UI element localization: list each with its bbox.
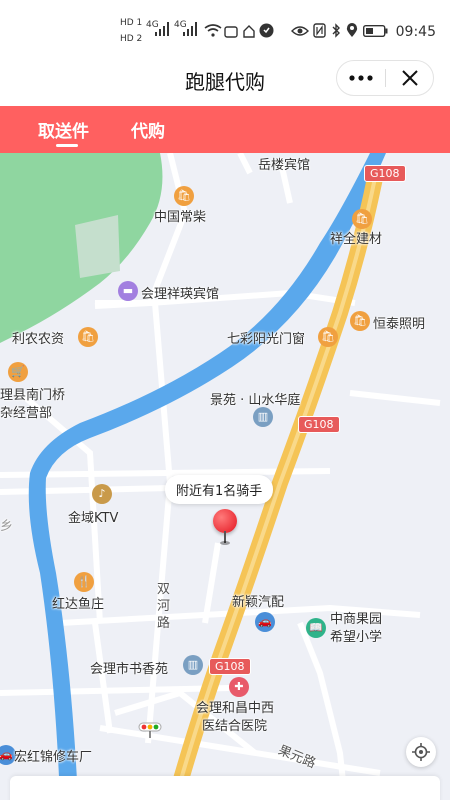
map-label: 杂经营部 bbox=[0, 406, 53, 421]
clock: 09:45 bbox=[395, 24, 436, 40]
map-label: 会理祥瑛宾馆 bbox=[141, 287, 220, 302]
hotel-icon: ▬ bbox=[118, 281, 138, 301]
map-label: 祥全建材 bbox=[330, 232, 383, 247]
road-badge-g108: G108 bbox=[364, 165, 406, 182]
street-label: 双河路 bbox=[157, 582, 171, 631]
shop-icon: 🛍 bbox=[352, 209, 372, 229]
location-pin-shadow bbox=[220, 541, 230, 545]
map-label: 恒泰照明 bbox=[373, 317, 426, 332]
shield-icon bbox=[259, 23, 274, 38]
app-notification-icon bbox=[224, 26, 238, 38]
mini-program-capsule bbox=[336, 60, 434, 96]
locate-me-button[interactable] bbox=[406, 737, 436, 767]
tab-purchase[interactable]: 代购 bbox=[131, 117, 165, 142]
capsule-divider bbox=[385, 69, 386, 87]
map-label: 会理和昌中西 bbox=[196, 701, 275, 716]
rider-nearby-tooltip: 附近有1名骑手 bbox=[165, 475, 274, 504]
active-tab-indicator bbox=[56, 144, 78, 147]
signal2-icon bbox=[183, 22, 197, 36]
map-label: 宏红锦修车厂 bbox=[14, 750, 93, 765]
shop-icon: 🛍 bbox=[350, 311, 370, 331]
map-label: 新颖汽配 bbox=[232, 595, 285, 610]
car-service-icon: 🚗 bbox=[255, 612, 275, 632]
map-label: 利农农资 bbox=[12, 332, 65, 347]
shop-icon: 🛍 bbox=[78, 327, 98, 347]
eye-icon bbox=[291, 26, 309, 36]
building-icon: ▥ bbox=[253, 407, 273, 427]
map-view[interactable]: 🛍 🛍 ▬ 🛍 🛍 🛍 🛒 ▥ ♪ 🍴 🚗 📖 ▥ ✚ 🚗 G108 G108 … bbox=[0, 153, 450, 800]
bluetooth-icon bbox=[332, 23, 340, 38]
road-badge-g108: G108 bbox=[298, 416, 340, 433]
cart-icon: 🛒 bbox=[8, 362, 28, 382]
sim2-label: HD 2 bbox=[120, 34, 143, 44]
building-icon: ▥ bbox=[183, 655, 203, 675]
map-label: 中商果园 bbox=[330, 612, 383, 627]
map-label: 医结合医院 bbox=[202, 719, 268, 734]
hospital-icon: ✚ bbox=[229, 677, 249, 697]
bottom-sheet bbox=[10, 776, 440, 800]
restaurant-icon: 🍴 bbox=[74, 572, 94, 592]
map-label: 景苑 · 山水华庭 bbox=[210, 393, 301, 408]
map-label: 七彩阳光门窗 bbox=[227, 332, 306, 347]
shop-icon: 🛍 bbox=[318, 327, 338, 347]
more-dots-icon[interactable] bbox=[349, 75, 373, 81]
signal1-icon bbox=[155, 22, 169, 36]
map-label: 乡 bbox=[0, 519, 14, 534]
road-badge-g108: G108 bbox=[209, 658, 251, 675]
home-icon bbox=[243, 25, 255, 38]
music-icon: ♪ bbox=[92, 484, 112, 504]
school-icon: 📖 bbox=[306, 618, 326, 638]
map-label: 中国常柴 bbox=[154, 210, 207, 225]
map-label: 会理市书香苑 bbox=[90, 662, 169, 677]
location-icon bbox=[346, 23, 358, 37]
map-label: 金域KTV bbox=[68, 511, 119, 526]
map-label: 希望小学 bbox=[330, 630, 383, 645]
battery-icon bbox=[363, 25, 388, 37]
status-bar: HD 1 HD 2 4G 4G 09:45 bbox=[0, 0, 450, 58]
map-label: 理县南门桥 bbox=[0, 388, 66, 403]
park-building bbox=[75, 215, 120, 278]
location-pin-icon[interactable] bbox=[213, 509, 237, 533]
shop-icon: 🛍 bbox=[174, 186, 194, 206]
close-icon[interactable] bbox=[402, 70, 418, 86]
crosshair-icon bbox=[412, 743, 430, 761]
wifi-icon bbox=[204, 24, 222, 37]
title-bar: 跑腿代购 bbox=[0, 58, 450, 106]
tab-pickup-delivery[interactable]: 取送件 bbox=[38, 117, 89, 142]
map-label: 红达鱼庄 bbox=[52, 597, 105, 612]
map-label: 岳楼宾馆 bbox=[258, 158, 311, 173]
nfc-icon bbox=[313, 23, 326, 38]
sim1-label: HD 1 bbox=[120, 18, 143, 28]
